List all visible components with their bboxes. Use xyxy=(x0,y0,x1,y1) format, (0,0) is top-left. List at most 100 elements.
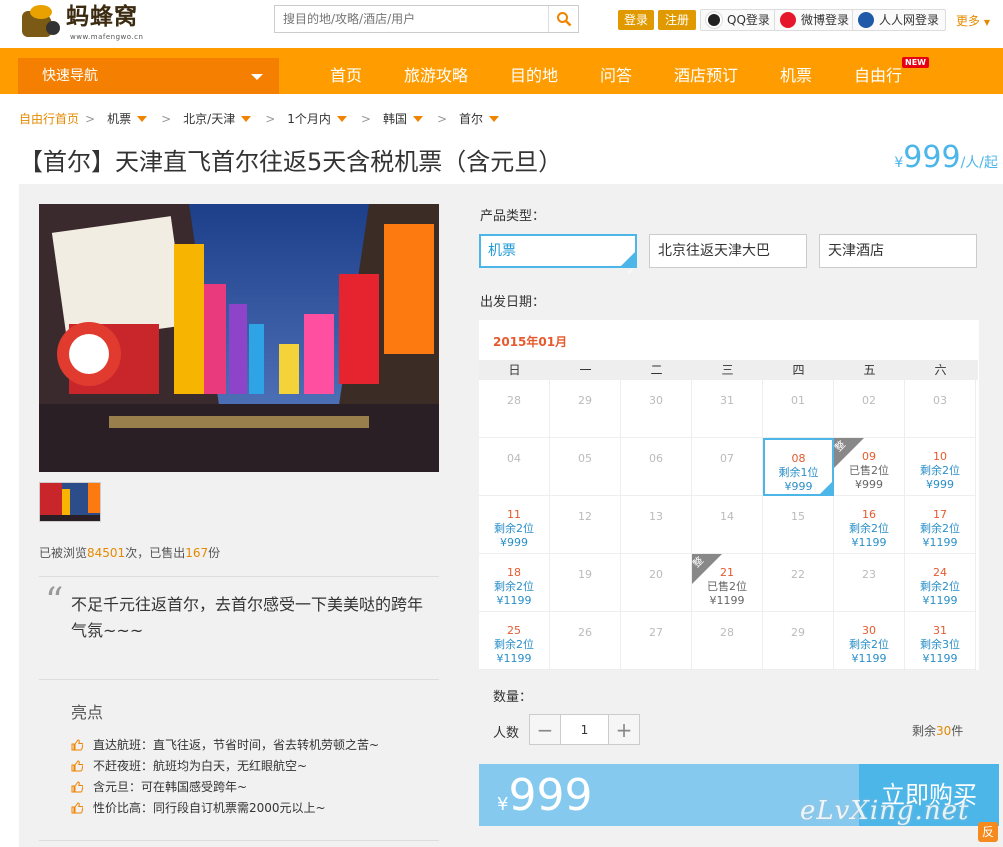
sold-count: 167 xyxy=(185,546,209,560)
calendar-day[interactable]: 24 剩余2位 ¥1199 xyxy=(905,554,976,612)
calendar-day[interactable]: 21 已售2位 ¥1199 整 xyxy=(691,554,763,612)
increase-button[interactable]: + xyxy=(609,715,639,744)
nav-item-home[interactable]: 首页 xyxy=(330,62,362,86)
calendar-day: 05 xyxy=(550,438,621,496)
nav-item-free-travel[interactable]: 自由行 xyxy=(854,62,902,86)
calendar-day[interactable]: 09 已售2位 ¥999 整 xyxy=(833,438,905,496)
breadcrumb-item-country[interactable]: 韩国 xyxy=(383,110,407,127)
seoul-street-image xyxy=(39,204,439,472)
nav-item-flights[interactable]: 机票 xyxy=(780,62,812,86)
calendar-day[interactable]: 16 剩余2位 ¥1199 xyxy=(834,496,905,554)
day-number: 18 xyxy=(507,566,521,579)
breadcrumb-item-city[interactable]: 首尔 xyxy=(459,110,483,127)
nav-item-hotels[interactable]: 酒店预订 xyxy=(674,62,738,86)
calendar-day: 29 xyxy=(763,612,834,670)
thumbs-up-icon xyxy=(71,759,83,771)
nav-item-qa[interactable]: 问答 xyxy=(600,62,632,86)
calendar-day: 07 xyxy=(692,438,763,496)
dropdown-arrow-icon[interactable] xyxy=(412,115,423,122)
calendar-day[interactable]: 08 剩余1位 ¥999 xyxy=(763,438,834,496)
day-number: 31 xyxy=(933,624,947,637)
breadcrumb-item-time[interactable]: 1个月内 xyxy=(287,110,331,127)
dropdown-arrow-icon[interactable] xyxy=(336,115,347,122)
feedback-icon[interactable]: 反 xyxy=(978,822,998,842)
weekday-label: 二 xyxy=(650,363,663,377)
calendar-day: 20 xyxy=(621,554,692,612)
plus-icon: + xyxy=(615,717,633,742)
highlight-item: 直达航班：直飞往返，节省时间，省去转机劳顿之苦~ xyxy=(71,734,379,755)
type-option-hotel[interactable]: 天津酒店 xyxy=(819,234,977,268)
site-header: 蚂蜂窝 www.mafengwo.cn 登录 注册 QQ登录 微博登录 人人网登… xyxy=(0,0,1003,48)
dropdown-arrow-icon[interactable] xyxy=(137,115,148,122)
main-nav: 快速导航 首页 旅游攻略 目的地 问答 酒店预订 机票 自由行 NEW xyxy=(0,48,1003,94)
search-button[interactable] xyxy=(548,6,578,32)
day-price: ¥999 xyxy=(926,478,954,491)
calendar-day[interactable]: 11 剩余2位 ¥999 xyxy=(479,496,550,554)
day-number: 19 xyxy=(578,568,592,581)
day-number: 02 xyxy=(862,394,876,407)
day-seats: 剩余2位 xyxy=(494,638,534,651)
dropdown-arrow-icon[interactable] xyxy=(489,115,500,122)
product-quote: 不足千元往返首尔，去首尔感受一下美美哒的跨年气氛~~~ xyxy=(71,595,424,640)
day-number: 07 xyxy=(720,452,734,465)
more-menu[interactable]: 更多 ▼ xyxy=(956,12,990,29)
stock-remaining: 剩余30件 xyxy=(912,722,963,739)
divider xyxy=(39,840,439,841)
register-button[interactable]: 注册 xyxy=(658,10,696,30)
remain-suffix: 件 xyxy=(951,724,964,738)
breadcrumb: 自由行首页 > 机票 > 北京/天津 > 1个月内 > 韩国 > 首尔 xyxy=(19,110,507,127)
dropdown-arrow-icon[interactable] xyxy=(241,115,252,122)
chevron-right-icon: > xyxy=(436,111,448,126)
highlights-list: 直达航班：直飞往返，节省时间，省去转机劳顿之苦~ 不赶夜班：航班均为白天，无红眼… xyxy=(71,734,379,818)
quick-nav-dropdown[interactable]: 快速导航 xyxy=(18,58,279,94)
calendar-day: 23 xyxy=(834,554,905,612)
type-option-label: 北京往返天津大巴 xyxy=(658,243,770,259)
quantity-stepper: − + xyxy=(529,714,640,745)
calendar-day[interactable]: 25 剩余2位 ¥1199 xyxy=(479,612,550,670)
login-button[interactable]: 登录 xyxy=(618,10,654,30)
quantity-input[interactable] xyxy=(560,715,609,744)
renren-login-button[interactable]: 人人网登录 xyxy=(852,9,947,31)
calendar-day[interactable]: 18 剩余2位 ¥1199 xyxy=(479,554,550,612)
product-photo[interactable] xyxy=(39,204,439,472)
decrease-button[interactable]: − xyxy=(530,715,560,744)
breadcrumb-item-home[interactable]: 自由行首页 xyxy=(19,110,79,127)
calendar-day[interactable]: 31 剩余3位 ¥1199 xyxy=(905,612,976,670)
weekday-label: 三 xyxy=(721,363,734,377)
calendar-day: 28 xyxy=(479,380,550,438)
breadcrumb-item-origin[interactable]: 北京/天津 xyxy=(183,110,235,127)
weekday-label: 五 xyxy=(863,363,876,377)
full-badge-label: 整 xyxy=(833,439,849,455)
site-logo[interactable]: 蚂蜂窝 www.mafengwo.cn xyxy=(18,0,143,45)
qq-login-button[interactable]: QQ登录 xyxy=(700,9,777,31)
type-option-flight[interactable]: 机票 ✓ xyxy=(479,234,637,277)
calendar-day: 01 xyxy=(763,380,834,438)
calendar-day[interactable]: 30 剩余2位 ¥1199 xyxy=(834,612,905,670)
search-input[interactable] xyxy=(275,6,547,32)
photo-thumbnail[interactable] xyxy=(39,482,101,522)
chevron-down-icon: ▼ xyxy=(983,18,990,27)
day-number: 30 xyxy=(649,394,663,407)
nav-item-destinations[interactable]: 目的地 xyxy=(510,62,558,86)
price-unit: /人/起 xyxy=(960,155,998,171)
calendar-day[interactable]: 17 剩余2位 ¥1199 xyxy=(905,496,976,554)
day-number: 22 xyxy=(791,568,805,581)
weibo-login-button[interactable]: 微博登录 xyxy=(774,9,857,31)
calendar-day[interactable]: 10 剩余2位 ¥999 xyxy=(905,438,976,496)
chevron-right-icon: > xyxy=(161,111,172,126)
calendar-weekday-header: 日 一 二 三 四 五 六 xyxy=(479,360,978,380)
day-number: 05 xyxy=(578,452,592,465)
day-number: 24 xyxy=(933,566,947,579)
day-number: 28 xyxy=(720,626,734,639)
renren-login-label: 人人网登录 xyxy=(879,13,940,27)
highlight-text: 不赶夜班：航班均为白天，无红眼航空~ xyxy=(93,759,308,773)
calendar-day: 30 xyxy=(621,380,692,438)
total-value: 999 xyxy=(508,770,593,821)
weekday-label: 日 xyxy=(508,363,521,377)
breadcrumb-item-flights[interactable]: 机票 xyxy=(107,110,131,127)
weibo-login-label: 微博登录 xyxy=(801,13,850,27)
day-number: 12 xyxy=(578,510,592,523)
nav-item-guides[interactable]: 旅游攻略 xyxy=(404,62,468,86)
page-title: 【首尔】天津直飞首尔往返5天含税机票（含元旦） xyxy=(19,148,563,176)
type-option-bus[interactable]: 北京往返天津大巴 xyxy=(649,234,807,268)
